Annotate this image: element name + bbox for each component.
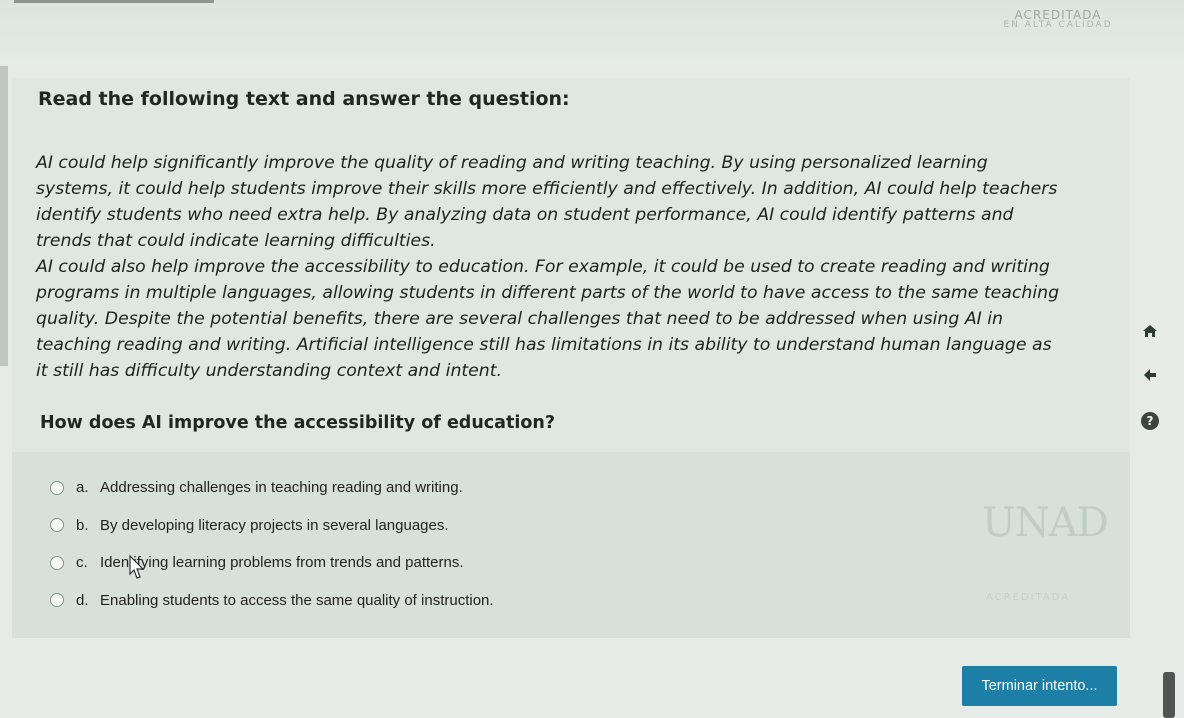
option-b[interactable]: b. By developing literacy projects in se… <box>50 507 494 545</box>
option-text: By developing literacy projects in sever… <box>100 516 449 534</box>
scrollbar[interactable] <box>1163 672 1175 718</box>
option-text: Identifying learning problems from trend… <box>100 554 464 572</box>
answer-options: a. Addressing challenges in teaching rea… <box>50 469 494 619</box>
passage-line: programs in multiple languages, allowing… <box>36 283 1060 303</box>
passage-line: quality. Despite the potential benefits,… <box>36 309 1004 329</box>
passage-line: trends that could indicate learning diff… <box>36 231 436 251</box>
home-icon[interactable] <box>1139 320 1161 342</box>
option-letter: d. <box>76 591 89 609</box>
passage-line: systems, it could help students improve … <box>36 179 1058 199</box>
top-bar: ACREDITADA EN ALTA CALIDAD <box>0 0 1184 62</box>
option-letter: c. <box>76 554 88 572</box>
home-icon-glyph <box>1143 325 1157 337</box>
option-c[interactable]: c. Identifying learning problems from tr… <box>50 544 494 582</box>
back-arrow-icon-glyph <box>1144 369 1156 381</box>
help-icon[interactable]: ? <box>1139 410 1161 432</box>
radio-option-b[interactable] <box>50 518 64 533</box>
radio-option-d[interactable] <box>50 593 64 608</box>
accreditation-watermark-subtext: EN ALTA CALIDAD <box>1003 20 1113 30</box>
passage-line: it still has difficulty understanding co… <box>36 361 503 381</box>
top-bar-line <box>14 0 214 3</box>
option-a[interactable]: a. Addressing challenges in teaching rea… <box>50 469 494 507</box>
option-letter: b. <box>76 516 89 534</box>
question-text: How does AI improve the accessibility of… <box>40 413 555 433</box>
back-arrow-icon[interactable] <box>1139 364 1161 386</box>
accreditation-watermark: ACREDITADA EN ALTA CALIDAD <box>998 8 1118 30</box>
radio-option-c[interactable] <box>50 555 64 570</box>
option-letter: a. <box>76 479 89 497</box>
passage-line: AI could also help improve the accessibi… <box>36 257 1050 277</box>
finish-attempt-button[interactable]: Terminar intento... <box>962 666 1117 706</box>
radio-option-a[interactable] <box>50 480 64 495</box>
unad-accreditation-text: ACREDITADA <box>986 592 1071 603</box>
option-d[interactable]: d. Enabling students to access the same … <box>50 582 494 620</box>
mouse-cursor-icon <box>129 554 145 579</box>
option-text: Addressing challenges in teaching readin… <box>100 479 463 497</box>
question-instruction: Read the following text and answer the q… <box>38 88 570 110</box>
unad-logo: UNAD <box>982 500 1109 546</box>
help-circle: ? <box>1141 412 1159 430</box>
passage-line: teaching reading and writing. Artificial… <box>36 335 1052 355</box>
passage-line: AI could help significantly improve the … <box>36 153 988 173</box>
passage-line: identify students who need extra help. B… <box>36 205 1014 225</box>
left-sidebar-strip <box>0 66 8 366</box>
option-text: Enabling students to access the same qua… <box>100 591 494 609</box>
reading-passage: AI could help significantly improve the … <box>36 150 1116 384</box>
